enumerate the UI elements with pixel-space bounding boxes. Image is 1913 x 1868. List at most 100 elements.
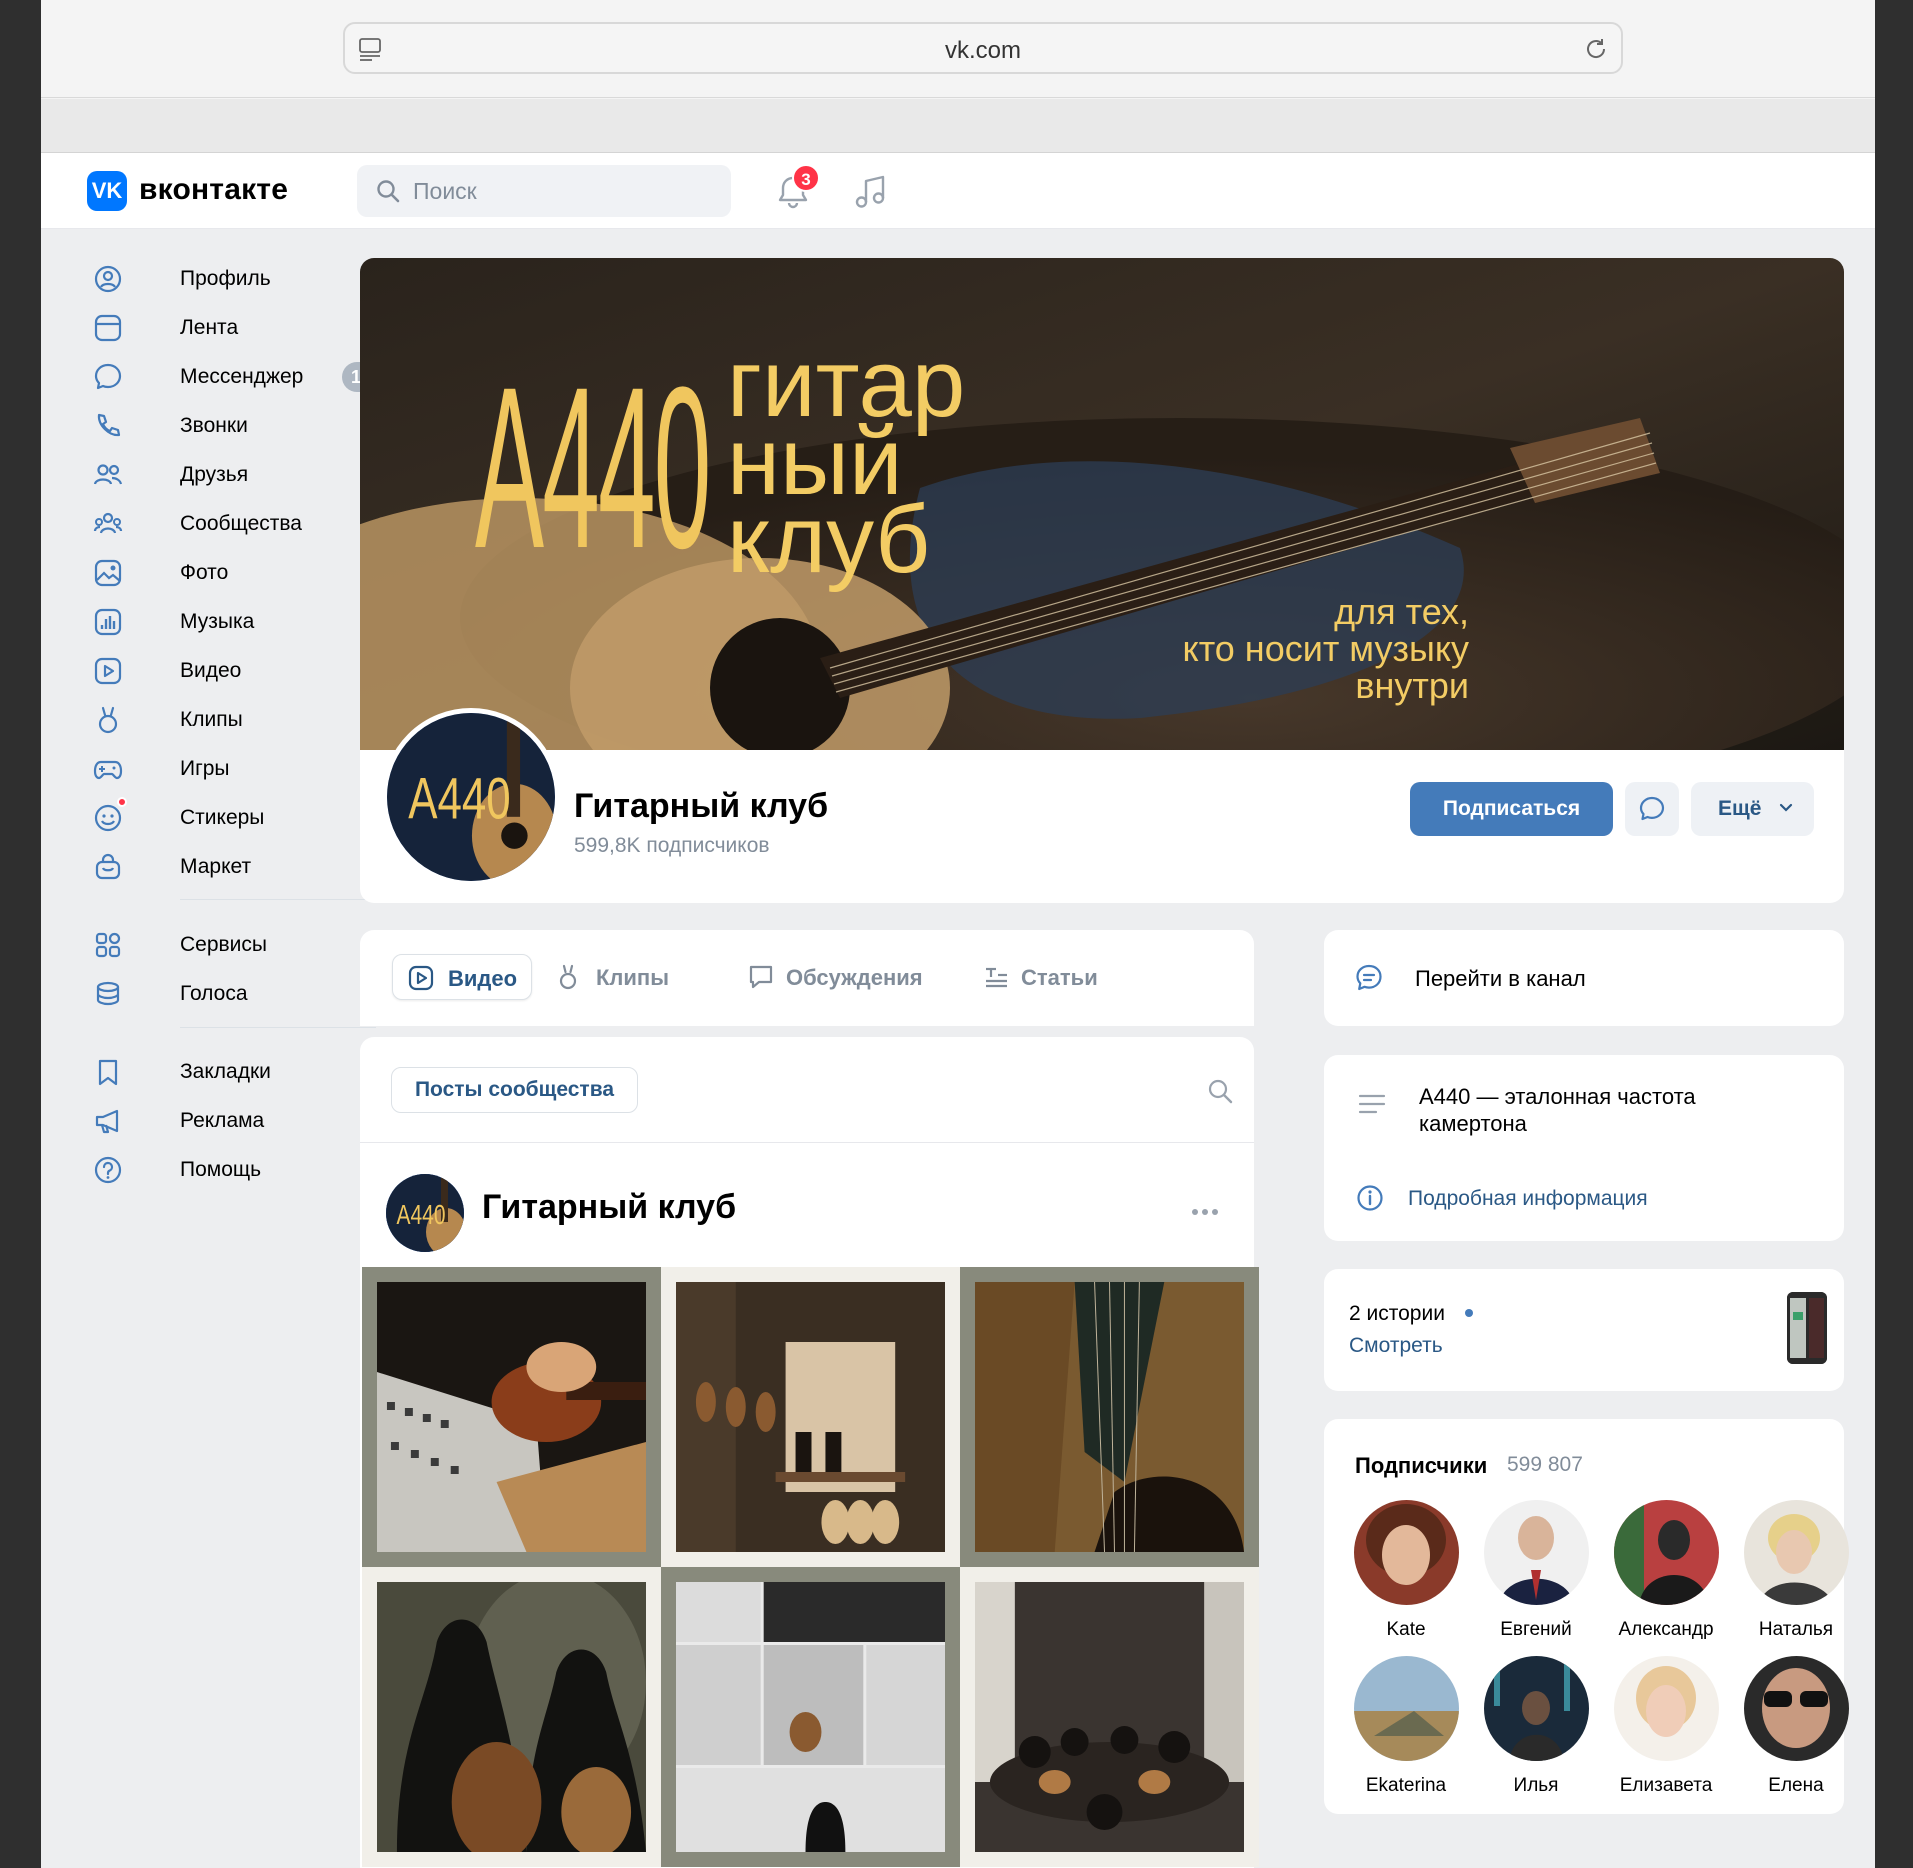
- nav-item-music[interactable]: Музыка: [87, 599, 387, 647]
- watch-stories-link[interactable]: Смотреть: [1349, 1334, 1443, 1358]
- stories-count: 2 истории: [1349, 1302, 1445, 1325]
- nav-item-help[interactable]: Помощь: [87, 1147, 387, 1195]
- nav-label: Реклама: [180, 1109, 265, 1132]
- nav-item-services[interactable]: Сервисы: [87, 922, 387, 970]
- nav-divider: [180, 1027, 376, 1028]
- photo-ukulele-mixer: [377, 1282, 646, 1552]
- megaphone-icon: [95, 1109, 119, 1134]
- nav-label: Голоса: [180, 982, 248, 1005]
- site-header: VK вконтакте 3: [41, 153, 1875, 229]
- music-note-icon[interactable]: [851, 172, 891, 212]
- community-feed: Посты сообщества A440 Гитарный клуб: [360, 1037, 1259, 1868]
- tab-label: Видео: [448, 966, 518, 991]
- video-icon: [94, 657, 122, 685]
- nav-item-stickers[interactable]: Стикеры: [87, 795, 387, 843]
- nav-item-friends[interactable]: Друзья: [87, 452, 387, 500]
- follower[interactable]: Илья: [1476, 1656, 1596, 1796]
- nav-item-photos[interactable]: Фото: [87, 550, 387, 598]
- post-photo[interactable]: [661, 1567, 960, 1867]
- about-card: A440 — эталонная частота камертона Подро…: [1324, 1055, 1844, 1241]
- nav-item-games[interactable]: Игры: [87, 746, 387, 794]
- follower[interactable]: Ekaterina: [1346, 1656, 1466, 1796]
- nav-item-communities[interactable]: Сообщества: [87, 501, 387, 549]
- subscribe-button[interactable]: Подписаться: [1410, 782, 1613, 836]
- nav-item-bookmarks[interactable]: Закладки: [87, 1049, 387, 1097]
- avatar-logo-text: A440: [408, 766, 510, 832]
- go-to-channel-card[interactable]: Перейти в канал: [1324, 930, 1844, 1026]
- post-photo[interactable]: [661, 1267, 960, 1567]
- community-avatar[interactable]: A440: [382, 708, 560, 886]
- follower-avatar: [1614, 1656, 1719, 1761]
- post-avatar-logo-text: A440: [397, 1200, 446, 1231]
- coins-icon: [96, 981, 120, 1006]
- photo-icon: [94, 559, 122, 587]
- tab-video[interactable]: Видео: [392, 954, 532, 1000]
- nav-item-video[interactable]: Видео: [87, 648, 387, 696]
- follower-name: Илья: [1513, 1775, 1559, 1796]
- more-button[interactable]: Ещё: [1691, 782, 1814, 836]
- tab-label: Обсуждения: [786, 965, 923, 990]
- follower[interactable]: Александр: [1606, 1500, 1726, 1640]
- follower-name: Елена: [1768, 1775, 1824, 1796]
- more-label: Ещё: [1718, 797, 1762, 820]
- nav-label: Фото: [180, 561, 229, 584]
- nav-item-messenger[interactable]: Мессенджер 15: [87, 354, 387, 402]
- photo-silhouettes-guitars: [377, 1582, 646, 1852]
- nav-label: Профиль: [180, 267, 271, 290]
- brand-name[interactable]: вконтакте: [139, 173, 288, 207]
- subscriber-count[interactable]: 599,8K подписчиков: [574, 834, 770, 858]
- nav-divider: [180, 899, 376, 900]
- market-icon: [95, 853, 121, 880]
- detailed-info-link[interactable]: Подробная информация: [1408, 1187, 1648, 1211]
- follower[interactable]: Евгений: [1476, 1500, 1596, 1640]
- url-text: vk.com: [944, 37, 1021, 64]
- follower[interactable]: Елизавета: [1606, 1656, 1726, 1796]
- reload-icon[interactable]: [1583, 36, 1609, 62]
- stories-unseen-dot: [1465, 1309, 1473, 1317]
- video-icon: [408, 965, 434, 991]
- nav-label: Видео: [180, 659, 242, 682]
- post-photo[interactable]: [362, 1267, 661, 1567]
- nav-item-ads[interactable]: Реклама: [87, 1098, 387, 1146]
- search-box[interactable]: [357, 165, 731, 217]
- post-author-avatar[interactable]: A440: [386, 1174, 464, 1252]
- community-cover: A440 гитар ный клуб для тех, кто носит м…: [360, 258, 1844, 750]
- follower-name: Ekaterina: [1365, 1775, 1447, 1796]
- post-photo[interactable]: [362, 1567, 661, 1867]
- follower[interactable]: Елена: [1736, 1656, 1856, 1796]
- info-icon: [1357, 1185, 1383, 1211]
- follower[interactable]: Kate: [1346, 1500, 1466, 1640]
- clips-icon: [559, 964, 577, 990]
- post-author-name[interactable]: Гитарный клуб: [482, 1188, 736, 1227]
- nav-item-votes[interactable]: Голоса: [87, 971, 387, 1019]
- nav-item-market[interactable]: Маркет: [87, 844, 387, 892]
- address-bar[interactable]: vk.com: [343, 22, 1623, 74]
- post-photo[interactable]: [960, 1567, 1259, 1867]
- nav-item-clips[interactable]: Клипы: [87, 697, 387, 745]
- nav-label: Маркет: [180, 855, 252, 878]
- tab-clips[interactable]: Клипы: [540, 954, 680, 1000]
- browser-chrome: vk.com: [41, 0, 1875, 153]
- vk-logo[interactable]: VK: [87, 171, 127, 211]
- stories-card[interactable]: 2 истории Смотреть: [1324, 1269, 1844, 1391]
- nav-item-feed[interactable]: Лента: [87, 305, 387, 353]
- search-icon[interactable]: [1206, 1077, 1234, 1105]
- go-to-channel-label: Перейти в канал: [1415, 966, 1586, 991]
- cover-tagline-line: для тех,: [1334, 591, 1469, 632]
- story-thumbnail[interactable]: [1787, 1292, 1827, 1364]
- followers-title[interactable]: Подписчики: [1355, 1453, 1487, 1479]
- search-input[interactable]: [413, 165, 713, 217]
- tab-discussions[interactable]: Обсуждения: [733, 954, 933, 1000]
- photo-collage-studio: [676, 1582, 945, 1852]
- follower-name: Александр: [1618, 1619, 1714, 1640]
- follower[interactable]: Наталья: [1736, 1500, 1856, 1640]
- message-button[interactable]: [1625, 782, 1679, 836]
- nav-label: Сервисы: [180, 933, 268, 956]
- nav-item-profile[interactable]: Профиль: [87, 256, 387, 304]
- more-horizontal-icon[interactable]: [1190, 1207, 1220, 1217]
- tab-articles[interactable]: Статьи: [968, 954, 1108, 1000]
- stickers-notification-dot: [117, 797, 127, 807]
- community-posts-filter[interactable]: Посты сообщества: [391, 1067, 638, 1113]
- post-photo[interactable]: [960, 1267, 1259, 1567]
- nav-item-calls[interactable]: Звонки: [87, 403, 387, 451]
